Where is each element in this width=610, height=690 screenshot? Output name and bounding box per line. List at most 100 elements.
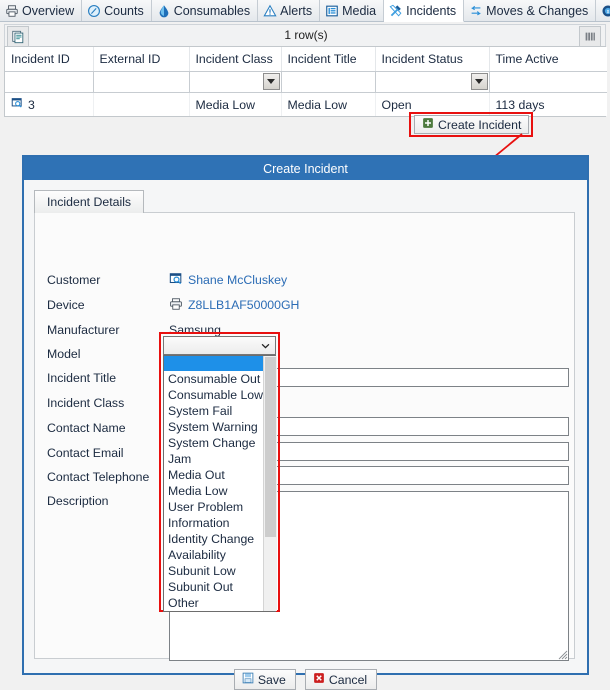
grid-filter-row [5, 71, 607, 93]
create-incident-dialog: Create Incident Incident Details Custome… [22, 155, 589, 690]
report-icon[interactable] [7, 26, 29, 47]
tab-incidents[interactable]: Incidents [384, 0, 465, 22]
tab-media[interactable]: Media [320, 0, 385, 21]
incident-id-value: 3 [28, 97, 35, 112]
grid-table: Incident ID External ID Incident Class I… [5, 47, 607, 116]
grid-toolbar: 1 row(s) [4, 24, 606, 47]
value-device[interactable]: Z8LLB1AF50000GH [169, 294, 299, 316]
col-header-time-active[interactable]: Time Active [489, 47, 607, 72]
cell-incident-title[interactable]: Media Low [281, 92, 376, 116]
main-tab-strip: Overview Counts Consumables Alerts Media… [0, 0, 610, 22]
field-row-contact-telephone: Contact Telephone [47, 466, 149, 488]
field-row-incident-class: Incident Class [47, 392, 124, 414]
filter-cell-incident-id [5, 71, 94, 93]
incident-details-panel: Customer Shane McCluskey Device Z8LLB1AF… [34, 212, 575, 690]
col-header-incident-title[interactable]: Incident Title [281, 47, 376, 72]
list-item[interactable]: Availability [164, 547, 263, 563]
field-row-manufacturer: Manufacturer [47, 319, 119, 341]
col-header-incident-id[interactable]: Incident ID [5, 47, 94, 72]
incident-class-select[interactable] [163, 336, 276, 355]
list-item[interactable]: Media Out [164, 467, 263, 483]
create-incident-button[interactable]: Create Incident [414, 115, 530, 134]
filter-cell-external-id [93, 71, 190, 93]
field-row-contact-name: Contact Name [47, 417, 126, 439]
list-item[interactable]: Consumable Low [164, 387, 263, 403]
value-customer[interactable]: Shane McCluskey [169, 269, 287, 291]
inspect-record-icon[interactable] [169, 272, 183, 289]
coin-icon: $ [601, 4, 610, 18]
save-label: Save [257, 672, 286, 687]
inspect-record-icon[interactable] [11, 97, 24, 113]
label-customer: Customer [47, 273, 101, 287]
filter-cell-incident-status [375, 71, 490, 93]
list-item[interactable]: Subunit Low [164, 563, 263, 579]
tab-costs[interactable]: $ Costs [596, 0, 610, 21]
list-item[interactable]: Identity Change [164, 531, 263, 547]
field-row-device: Device [47, 294, 85, 316]
list-item[interactable]: Consumable Out [164, 371, 263, 387]
tab-consumables[interactable]: Consumables [151, 0, 259, 21]
list-item[interactable]: Media Low [164, 483, 263, 499]
tab-label: Alerts [280, 3, 313, 18]
list-item[interactable]: System Change [164, 435, 263, 451]
scrollbar-thumb[interactable] [265, 357, 277, 537]
list-item[interactable] [164, 356, 264, 371]
filter-input-external-id[interactable] [93, 72, 189, 92]
tab-moves-and-changes[interactable]: Moves & Changes [464, 0, 597, 21]
printer-icon[interactable] [169, 297, 183, 314]
label-incident-class: Incident Class [47, 396, 125, 410]
filter-input-incident-title[interactable] [281, 72, 375, 92]
col-header-incident-status[interactable]: Incident Status [375, 47, 490, 72]
row-count-label: 1 row(s) [284, 28, 328, 42]
label-contact-telephone: Contact Telephone [47, 470, 150, 484]
list-item[interactable]: System Fail [164, 403, 263, 419]
label-model: Model [47, 347, 81, 361]
tab-label: Moves & Changes [486, 3, 589, 18]
incident-class-option-list[interactable]: Consumable Out Consumable Low System Fai… [163, 355, 278, 612]
printer-icon [5, 4, 19, 18]
tab-counts[interactable]: Counts [82, 0, 152, 21]
filter-dropdown-incident-status-icon[interactable] [470, 73, 488, 90]
col-header-incident-class[interactable]: Incident Class [189, 47, 282, 72]
list-item[interactable]: Other [164, 595, 263, 611]
red-x-icon [313, 672, 325, 687]
create-incident-label: Create Incident [438, 117, 522, 132]
filter-dropdown-incident-class-icon[interactable] [262, 73, 280, 90]
list-item[interactable]: System Warning [164, 419, 263, 435]
device-link[interactable]: Z8LLB1AF50000GH [188, 298, 299, 312]
filter-cell-incident-class [189, 71, 282, 93]
dialog-body: Incident Details Customer Shane McCluske… [24, 180, 587, 690]
dialog-tab-row: Incident Details [34, 190, 145, 213]
label-manufacturer: Manufacturer [47, 323, 120, 337]
field-row-incident-title: Incident Title [47, 367, 116, 389]
tab-overview[interactable]: Overview [0, 0, 83, 21]
list-item[interactable]: Information [164, 515, 263, 531]
tab-label: Counts [104, 3, 144, 18]
tab-label: Media [342, 3, 377, 18]
filter-cell-time-active [489, 71, 607, 93]
tab-alerts[interactable]: Alerts [258, 0, 321, 21]
dialog-title: Create Incident [24, 157, 587, 180]
option-list-scrollbar[interactable] [263, 356, 278, 611]
cell-incident-class[interactable]: Media Low [189, 92, 282, 116]
filter-input-time-active[interactable] [489, 72, 607, 92]
cell-external-id[interactable] [93, 92, 190, 116]
filter-input-incident-id[interactable] [5, 72, 93, 92]
customer-link[interactable]: Shane McCluskey [188, 273, 287, 287]
list-item[interactable]: User Problem [164, 499, 263, 515]
col-header-external-id[interactable]: External ID [93, 47, 190, 72]
label-device: Device [47, 298, 85, 312]
incident-class-options: Consumable Out Consumable Low System Fai… [164, 356, 264, 611]
tab-incident-details[interactable]: Incident Details [34, 190, 145, 213]
chevron-down-icon [261, 343, 270, 349]
columns-icon[interactable] [579, 26, 601, 47]
filter-cell-incident-title [281, 71, 376, 93]
field-row-description: Description [47, 490, 109, 512]
floppy-disk-icon [242, 672, 254, 687]
tab-label: Incidents [406, 3, 457, 18]
cell-incident-id[interactable]: 3 [5, 92, 94, 116]
label-contact-email: Contact Email [47, 446, 124, 460]
list-item[interactable]: Subunit Out [164, 579, 263, 595]
grid-table-container: Incident ID External ID Incident Class I… [4, 46, 607, 117]
list-item[interactable]: Jam [164, 451, 263, 467]
